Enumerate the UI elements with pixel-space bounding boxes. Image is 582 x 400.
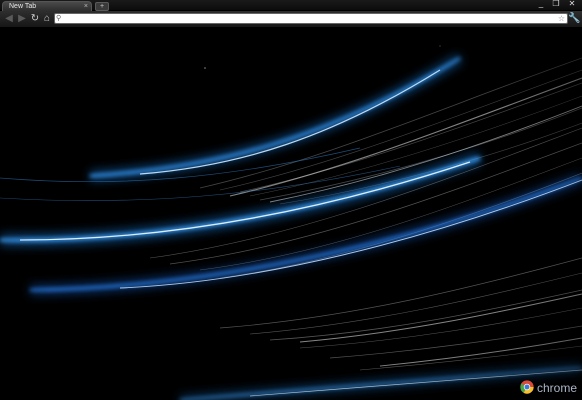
back-button[interactable]: ◀ [3,13,15,25]
address-bar[interactable]: ⚲ ☆ [54,13,568,24]
maximize-button[interactable]: ❐ [549,0,563,8]
new-tab-page-background: chrome [0,28,582,400]
title-bar: New Tab × + _ ❐ ✕ [0,0,582,12]
maximize-icon: ❐ [552,0,560,8]
forward-arrow-icon: ▶ [18,13,26,24]
close-window-button[interactable]: ✕ [565,0,579,8]
reload-icon: ↻ [30,13,40,24]
wrench-menu-button[interactable]: 🔧 [568,13,580,25]
minimize-button[interactable]: _ [534,0,548,8]
address-input[interactable] [65,14,545,23]
plus-icon: + [99,3,105,10]
forward-button[interactable]: ▶ [16,13,28,25]
minimize-icon: _ [538,0,544,8]
home-icon: ⌂ [43,13,51,24]
chrome-logo-icon [520,380,534,394]
reload-button[interactable]: ↻ [29,13,41,25]
new-tab-button[interactable]: + [95,2,109,11]
chrome-wordmark: chrome [537,381,578,395]
home-button[interactable]: ⌂ [41,13,53,25]
close-icon: ✕ [568,0,576,8]
toolbar: ◀ ▶ ↻ ⌂ ⚲ ☆ 🔧 [0,11,582,28]
back-arrow-icon: ◀ [5,13,13,24]
star-icon[interactable]: ☆ [558,14,565,23]
search-icon: ⚲ [56,15,62,22]
wrench-icon: 🔧 [568,13,581,24]
theme-wallpaper [0,28,582,400]
chrome-brand: chrome [520,380,580,396]
